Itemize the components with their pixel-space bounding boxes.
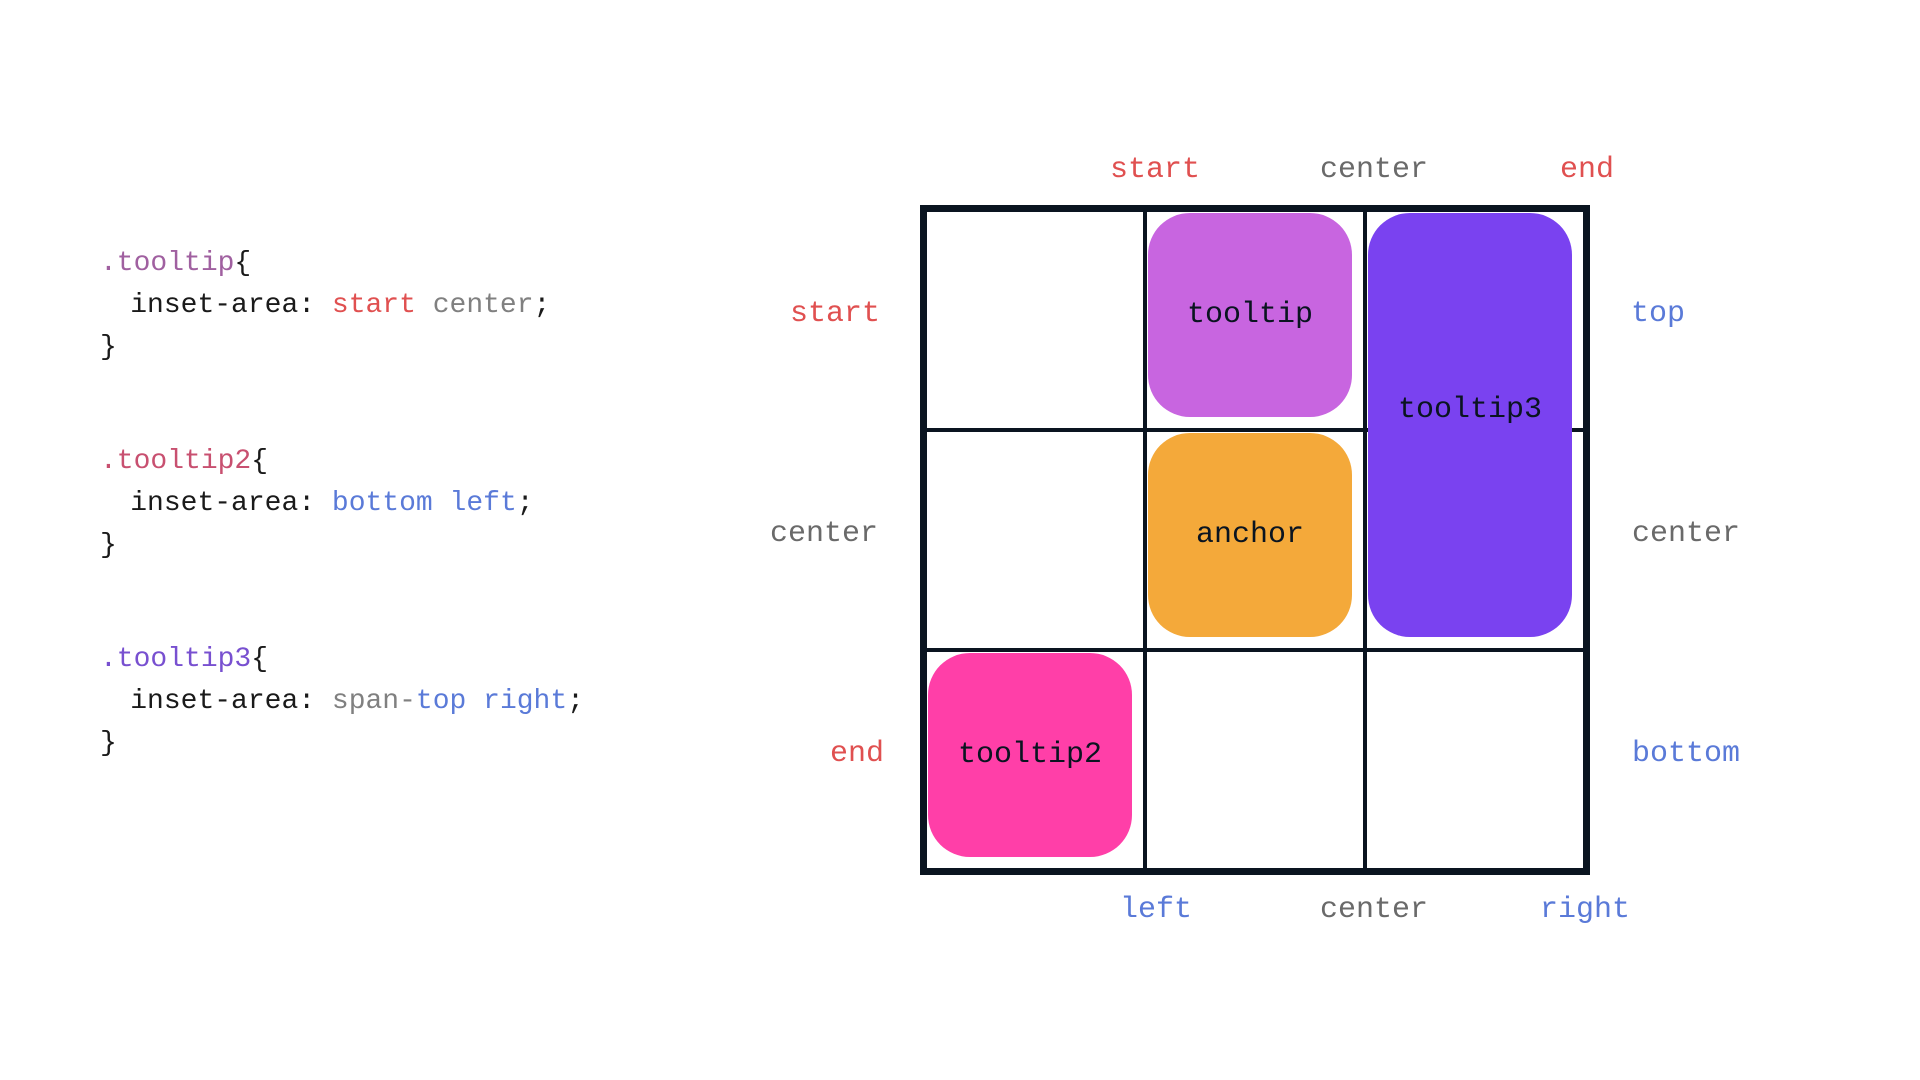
css-property: inset-area:	[130, 686, 315, 717]
blob-label-anchor: anchor	[1196, 518, 1304, 552]
axis-top-start: start	[1110, 153, 1200, 187]
axis-bottom-left: left	[1120, 893, 1192, 927]
cell-r1-c1	[925, 210, 1145, 430]
blob-tooltip3: tooltip3	[1368, 213, 1572, 637]
blob-tooltip2: tooltip2	[928, 653, 1132, 857]
css-value-start: start	[332, 290, 416, 321]
axis-bottom-center: center	[1320, 893, 1428, 927]
grid-3x3: tooltip3 tooltip anchor tooltip2	[920, 205, 1590, 875]
css-value-span-prefix: span-	[332, 686, 416, 717]
grid-wrap: start center end start center end top ce…	[920, 205, 1590, 875]
css-value-center: center	[433, 290, 534, 321]
css-value-bottom: bottom	[332, 488, 433, 519]
axis-top-end: end	[1560, 153, 1614, 187]
axis-top-center: center	[1320, 153, 1428, 187]
axis-left-end: end	[830, 737, 884, 771]
css-property: inset-area:	[130, 488, 315, 519]
axis-left-center: center	[770, 517, 878, 551]
semicolon: ;	[517, 488, 534, 519]
css-value-left: left	[450, 488, 517, 519]
brace-close: }	[100, 332, 117, 363]
brace-open: {	[251, 644, 268, 675]
cell-r2-c1	[925, 430, 1145, 650]
code-block-tooltip2: .tooltip2{ inset-area: bottom left; }	[100, 441, 720, 567]
selector-tooltip: .tooltip	[100, 248, 234, 279]
css-value-top: top	[416, 686, 466, 717]
brace-close: }	[100, 530, 117, 561]
blob-label-tooltip2: tooltip2	[958, 738, 1102, 772]
cell-r3-c2	[1145, 650, 1365, 870]
brace-open: {	[251, 446, 268, 477]
blob-label-tooltip3: tooltip3	[1398, 393, 1542, 427]
blob-label-tooltip: tooltip	[1187, 298, 1313, 332]
semicolon: ;	[567, 686, 584, 717]
cell-r3-c3	[1365, 650, 1585, 870]
selector-tooltip2: .tooltip2	[100, 446, 251, 477]
blob-anchor: anchor	[1148, 433, 1352, 637]
blob-tooltip: tooltip	[1148, 213, 1352, 417]
code-panel: .tooltip{ inset-area: start center; } .t…	[100, 243, 720, 837]
semicolon: ;	[534, 290, 551, 321]
axis-right-bottom: bottom	[1632, 737, 1740, 771]
axis-right-top: top	[1631, 297, 1685, 331]
diagram-root: .tooltip{ inset-area: start center; } .t…	[0, 0, 1920, 1080]
brace-open: {	[234, 248, 251, 279]
selector-tooltip3: .tooltip3	[100, 644, 251, 675]
css-value-right: right	[483, 686, 567, 717]
code-block-tooltip: .tooltip{ inset-area: start center; }	[100, 243, 720, 369]
brace-close: }	[100, 728, 117, 759]
code-block-tooltip3: .tooltip3{ inset-area: span-top right; }	[100, 639, 720, 765]
css-property: inset-area:	[130, 290, 315, 321]
axis-bottom-right: right	[1540, 893, 1630, 927]
grid-diagram: start center end start center end top ce…	[780, 115, 1820, 965]
axis-left-start: start	[790, 297, 880, 331]
axis-right-center: center	[1632, 517, 1740, 551]
